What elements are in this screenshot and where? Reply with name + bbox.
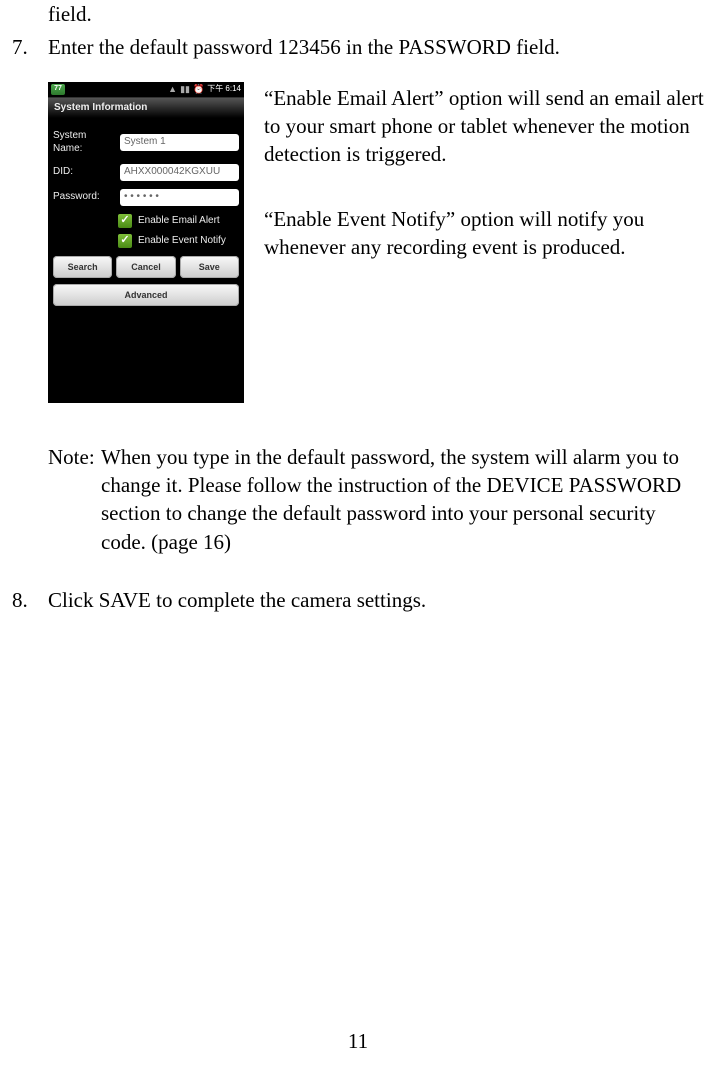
signal-icon: ▮▮ [180,83,190,95]
advanced-button[interactable]: Advanced [53,284,239,306]
step-7: 7. Enter the default password 123456 in … [10,33,704,61]
aside-text: “Enable Email Alert” option will send an… [264,82,704,403]
alarm-icon: ⏰ [193,83,204,95]
save-button[interactable]: Save [180,256,239,278]
event-notify-description: “Enable Event Notify” option will notify… [264,205,704,262]
step-number: 8. [10,586,48,614]
password-label: Password: [53,190,115,204]
note-block: Note: When you type in the default passw… [48,443,704,556]
previous-fragment: field. [48,0,704,28]
did-label: DID: [53,165,115,179]
wifi-icon: ▲ [168,83,177,95]
note-text: When you type in the default password, t… [101,443,704,556]
status-time: 下午 6:14 [207,84,241,95]
cancel-button[interactable]: Cancel [116,256,175,278]
step-text: Click SAVE to complete the camera settin… [48,586,704,614]
email-alert-description: “Enable Email Alert” option will send an… [264,84,704,169]
step-number: 7. [10,33,48,61]
system-name-label: System Name: [53,129,115,156]
enable-email-alert-label: Enable Email Alert [138,214,220,228]
enable-event-notify-checkbox[interactable]: ✓ [118,234,132,248]
notification-badge-icon: 77 [51,84,65,95]
did-input[interactable]: AHXX000042KGXUU [120,164,239,181]
enable-event-notify-label: Enable Event Notify [138,234,226,248]
phone-screenshot: 77 ▲ ▮▮ ⏰ 下午 6:14 System Information Sys… [48,82,244,403]
enable-email-alert-checkbox[interactable]: ✓ [118,214,132,228]
step-8: 8. Click SAVE to complete the camera set… [10,586,704,614]
page-number: 11 [0,1027,716,1055]
password-input[interactable]: • • • • • • [120,189,239,206]
step-text: Enter the default password 123456 in the… [48,33,704,61]
note-label: Note: [48,443,95,471]
system-name-input[interactable]: System 1 [120,134,239,151]
phone-status-bar: 77 ▲ ▮▮ ⏰ 下午 6:14 [48,82,244,98]
phone-screen-title: System Information [48,98,244,118]
search-button[interactable]: Search [53,256,112,278]
